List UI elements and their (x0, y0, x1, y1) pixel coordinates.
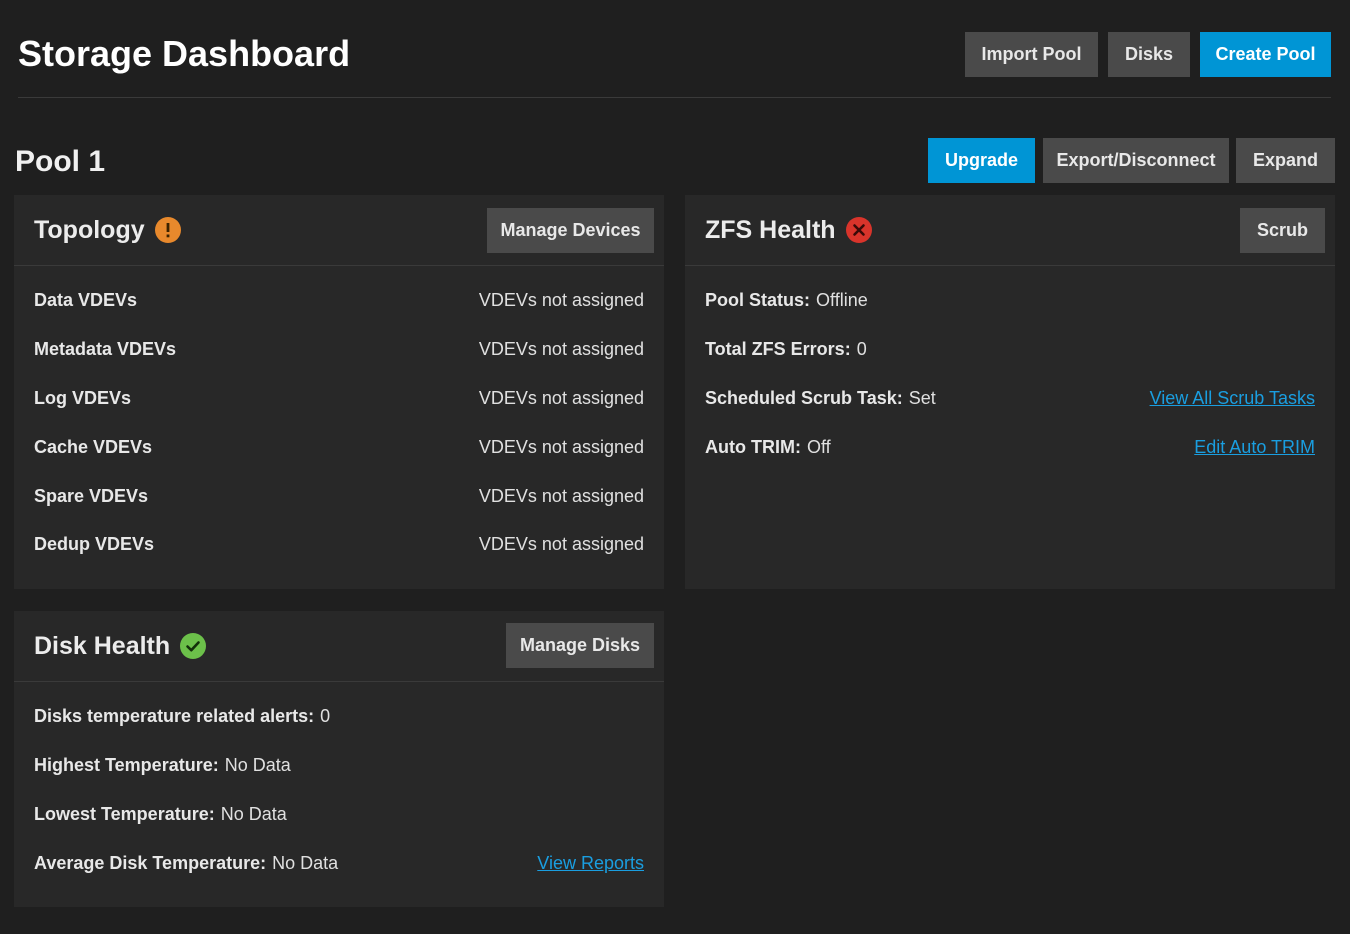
row-label: Pool Status (705, 290, 805, 310)
disk-health-card: Disk Health Manage Disks Disks temperatu… (14, 611, 664, 907)
check-circle-icon (180, 633, 207, 659)
topology-row-cache: Cache VDEVs (34, 433, 152, 461)
row-label: Data VDEVs (34, 290, 138, 310)
manage-disks-button[interactable]: Manage Disks (506, 623, 654, 668)
row-value: No Data (224, 755, 291, 775)
row-label: Spare VDEVs (34, 486, 149, 506)
topology-row-dedup: Dedup VDEVs (34, 530, 154, 558)
warning-icon (154, 217, 181, 243)
disk-row-lowest-temp: Lowest Temperature: No Data (34, 800, 287, 828)
topology-row-log: Log VDEVs (34, 384, 131, 412)
zfs-health-card-header: ZFS Health Scrub (685, 195, 1335, 266)
zfs-row-scrub-task: Scheduled Scrub Task: Set (705, 384, 936, 412)
disks-button[interactable]: Disks (1108, 32, 1190, 77)
error-icon (845, 217, 872, 243)
import-pool-button[interactable]: Import Pool (965, 32, 1098, 77)
row-value: VDEVs not assigned (478, 339, 644, 359)
pool-title: Pool 1 (15, 145, 106, 178)
disk-row-average-temp: Average Disk Temperature: No Data (34, 849, 338, 877)
row-value: No Data (220, 804, 287, 824)
row-label: Scheduled Scrub Task (705, 388, 897, 408)
row-label: Disks temperature related alerts (34, 706, 309, 726)
row-label: Highest Temperature (34, 755, 213, 775)
export-disconnect-button[interactable]: Export/Disconnect (1043, 138, 1229, 183)
row-value: 0 (856, 339, 867, 359)
create-pool-button[interactable]: Create Pool (1200, 32, 1331, 77)
row-label: Log VDEVs (34, 388, 132, 408)
row-value: Off (806, 437, 831, 457)
topology-row-spare: Spare VDEVs (34, 482, 148, 510)
scrub-button[interactable]: Scrub (1240, 208, 1325, 253)
row-label: Average Disk Temperature (34, 853, 261, 873)
row-value: VDEVs not assigned (478, 534, 644, 554)
page-header: Storage Dashboard Import Pool Disks Crea… (18, 0, 1331, 98)
disk-health-title-text: Disk Health (34, 632, 171, 660)
row-label: Metadata VDEVs (34, 339, 177, 359)
row-value: VDEVs not assigned (478, 290, 644, 310)
view-all-scrub-tasks-link[interactable]: View All Scrub Tasks (1150, 384, 1315, 412)
row-label: Auto TRIM (705, 437, 795, 457)
row-value: Offline (816, 290, 868, 310)
zfs-health-title: ZFS Health (705, 212, 872, 248)
row-label: Dedup VDEVs (34, 534, 155, 554)
zfs-health-title-text: ZFS Health (705, 216, 836, 244)
disk-health-card-header: Disk Health Manage Disks (14, 611, 664, 682)
zfs-row-total-errors: Total ZFS Errors: 0 (705, 335, 867, 363)
disk-row-highest-temp: Highest Temperature: No Data (34, 751, 291, 779)
row-value: No Data (272, 853, 339, 873)
row-value: VDEVs not assigned (478, 437, 644, 457)
row-label: Cache VDEVs (34, 437, 153, 457)
topology-title: Topology (34, 212, 181, 248)
topology-row-metadata: Metadata VDEVs (34, 335, 176, 363)
topology-card: Topology Manage Devices Data VDEVs VDEVs… (14, 195, 664, 589)
zfs-row-pool-status: Pool Status: Offline (705, 286, 868, 314)
zfs-row-auto-trim: Auto TRIM: Off (705, 433, 831, 461)
view-reports-link[interactable]: View Reports (537, 849, 644, 877)
row-value: VDEVs not assigned (478, 388, 644, 408)
page-title: Storage Dashboard (18, 33, 351, 74)
disk-row-temp-alerts: Disks temperature related alerts: 0 (34, 702, 330, 730)
disk-health-title: Disk Health (34, 628, 207, 664)
topology-row-data: Data VDEVs (34, 286, 137, 314)
manage-devices-button[interactable]: Manage Devices (487, 208, 654, 253)
edit-auto-trim-link[interactable]: Edit Auto TRIM (1194, 433, 1315, 461)
row-label: Total ZFS Errors (705, 339, 845, 359)
expand-button[interactable]: Expand (1236, 138, 1335, 183)
row-label: Lowest Temperature (34, 804, 209, 824)
row-value: VDEVs not assigned (478, 486, 644, 506)
upgrade-button[interactable]: Upgrade (928, 138, 1035, 183)
topology-card-header: Topology Manage Devices (14, 195, 664, 266)
zfs-health-card: ZFS Health Scrub Pool Status: Offline To… (685, 195, 1335, 589)
row-value: Set (908, 388, 936, 408)
row-value: 0 (320, 706, 331, 726)
topology-title-text: Topology (34, 216, 145, 244)
